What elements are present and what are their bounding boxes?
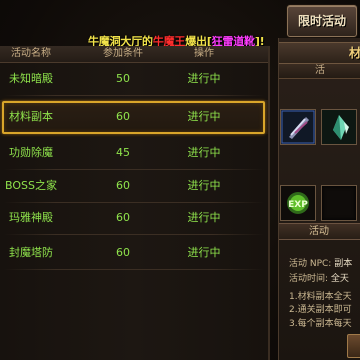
reward-slot-crystal[interactable] (321, 109, 357, 145)
activity-name: BOSS之家 (5, 179, 57, 192)
npc-value: 副本 (334, 259, 353, 269)
activity-detail-panel: 材 活 EXP 活动 活动 NPC: 副本 活动时间: 全天 1.材料副本全天 … (278, 38, 360, 360)
activity-status: 进行中 (187, 211, 221, 224)
row-divider (4, 269, 264, 270)
tab-limited-activity[interactable]: 限时活动 (287, 5, 357, 37)
activity-status: 进行中 (187, 246, 221, 259)
header-action: 操作 (194, 48, 214, 59)
activity-level: 45 (116, 146, 130, 159)
activity-name: 封魔塔防 (9, 246, 53, 259)
activity-status: 进行中 (187, 146, 221, 159)
detail-title-bar: 材 (279, 42, 360, 64)
activity-status: 进行中 (187, 110, 221, 123)
rule-line: 3.每个副本每天 (289, 319, 352, 329)
exp-label: EXP (288, 200, 308, 210)
activity-list-panel: 活动名称 参加条件 操作 未知暗殿 50 进行中 材料副本 60 进行中 功勋除… (0, 46, 270, 360)
activity-name: 未知暗殿 (9, 72, 53, 85)
rule-line: 2.通关副本即可 (289, 305, 352, 315)
row-divider (4, 95, 264, 96)
time-value: 全天 (330, 274, 349, 284)
broadcast-message: 牛魔洞大厅的牛魔王爆出[狂雷道靴]! (88, 33, 265, 48)
detail-title: 材 (349, 46, 360, 60)
section-title: 活动 (309, 226, 329, 237)
activity-row[interactable]: BOSS之家 60 进行中 (0, 169, 268, 203)
detail-subtitle-bar: 活 (279, 64, 360, 79)
activity-row-selected[interactable]: 材料副本 60 进行中 (0, 100, 268, 134)
row-divider (4, 133, 264, 134)
header-activity-name: 活动名称 (11, 48, 51, 59)
section-title-bar: 活动 (279, 223, 360, 240)
crystal-icon (322, 110, 356, 144)
activity-list-header: 活动名称 参加条件 操作 (0, 46, 268, 63)
time-info: 活动时间: 全天 (289, 273, 349, 285)
activity-row[interactable]: 功勋除魔 45 进行中 (0, 136, 268, 170)
activity-name: 功勋除魔 (9, 146, 53, 159)
reward-slot-feather[interactable] (280, 109, 316, 145)
activity-level: 60 (116, 179, 130, 192)
activity-name: 材料副本 (9, 110, 53, 123)
activity-status: 进行中 (187, 179, 221, 192)
exp-orb-icon: EXP (281, 186, 315, 220)
reward-slot-exp[interactable]: EXP (280, 185, 316, 221)
row-divider (4, 234, 264, 235)
rule-line: 1.材料副本全天 (289, 292, 352, 302)
activity-level: 60 (116, 211, 130, 224)
feather-icon (281, 110, 315, 144)
activity-level: 60 (116, 110, 130, 123)
time-label: 活动时间: (289, 274, 329, 284)
detail-subtitle: 活 (315, 65, 325, 76)
activity-row[interactable]: 封魔塔防 60 进行中 (0, 236, 268, 270)
activity-row[interactable]: 玛雅神殿 60 进行中 (0, 201, 268, 235)
npc-info: 活动 NPC: 副本 (289, 258, 352, 270)
activity-row[interactable]: 未知暗殿 50 进行中 (0, 62, 268, 96)
activity-level: 60 (116, 246, 130, 259)
reward-slot-empty[interactable] (321, 185, 357, 221)
activity-status: 进行中 (187, 72, 221, 85)
activity-level: 50 (116, 72, 130, 85)
game-screen: 牛魔洞大厅的牛魔王爆出[狂雷道靴]! 限时活动 活动名称 参加条件 操作 未知暗… (0, 0, 360, 360)
header-requirement: 参加条件 (103, 48, 143, 59)
npc-label: 活动 NPC: (289, 259, 332, 269)
enter-button[interactable] (347, 334, 360, 358)
activity-name: 玛雅神殿 (9, 211, 53, 224)
